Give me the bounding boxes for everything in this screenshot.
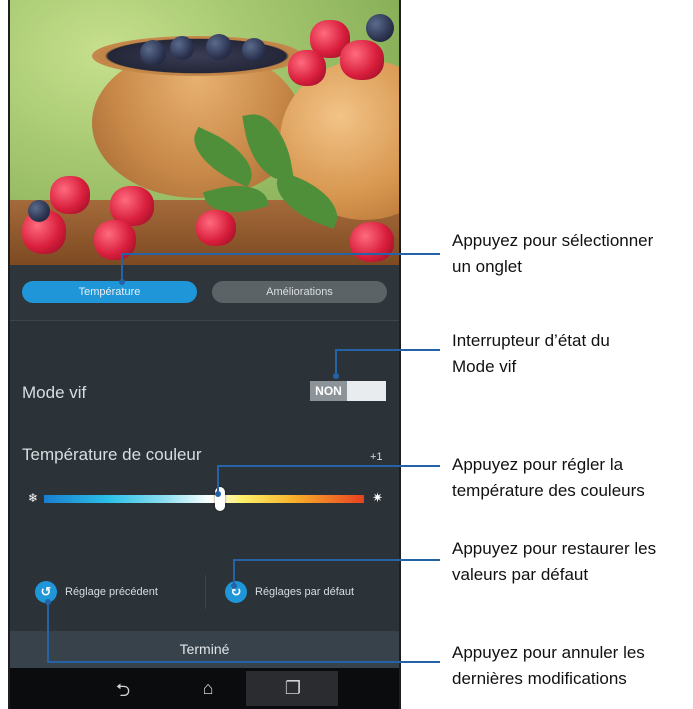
- photo-blueberry: [206, 34, 232, 60]
- recent-apps-icon[interactable]: ❐: [278, 678, 308, 699]
- mode-vif-toggle[interactable]: NON: [310, 381, 386, 401]
- callout-defaults-line2: valeurs par défaut: [452, 565, 589, 584]
- mode-vif-label: Mode vif: [22, 383, 87, 402]
- phone-frame: Température Améliorations Mode vif NON T…: [8, 0, 401, 709]
- photo-raspberry: [350, 222, 394, 262]
- callout-undo-line2: dernières modifications: [452, 669, 627, 688]
- photo-blueberry: [366, 14, 394, 42]
- photo-blueberry: [140, 40, 166, 66]
- default-settings-label: Réglages par défaut: [255, 586, 355, 598]
- callout-slider: Appuyez pour régler la température des c…: [452, 452, 645, 504]
- callout-toggle-line1: Interrupteur d’état du: [452, 331, 610, 350]
- toggle-state-label: NON: [310, 381, 347, 401]
- callout-toggle: Interrupteur d’état du Mode vif: [452, 328, 610, 380]
- previous-setting-label: Réglage précédent: [65, 586, 158, 598]
- restore-icon: ↻: [225, 581, 247, 604]
- photo-raspberry: [196, 210, 236, 246]
- navigation-bar: ⮌ ⌂ ❐: [10, 668, 399, 709]
- callout-defaults: Appuyez pour restaurer les valeurs par d…: [452, 536, 656, 588]
- undo-icon: ↺: [35, 581, 57, 604]
- photo-blueberry: [242, 38, 266, 62]
- tab-ameliorations[interactable]: Améliorations: [212, 281, 387, 303]
- slider-thumb[interactable]: [215, 487, 225, 511]
- display-settings-screen: Température Améliorations Mode vif NON T…: [10, 0, 399, 709]
- callout-undo: Appuyez pour annuler les dernières modif…: [452, 640, 645, 692]
- slider-track[interactable]: [44, 495, 364, 503]
- photo-raspberry: [50, 176, 90, 214]
- back-icon[interactable]: ⮌: [108, 678, 138, 708]
- callout-tab: Appuyez pour sélectionner un onglet: [452, 228, 653, 280]
- photo-blueberry: [28, 200, 50, 222]
- color-temperature-label: Température de couleur: [22, 445, 202, 464]
- preview-photo: [10, 0, 399, 265]
- color-temperature-value: +1: [370, 451, 383, 463]
- previous-setting-button[interactable]: ↺ Réglage précédent: [35, 580, 158, 604]
- settings-panel: Température Améliorations Mode vif NON T…: [10, 265, 399, 631]
- callout-slider-line2: température des couleurs: [452, 481, 645, 500]
- tab-strip: Température Améliorations: [10, 265, 399, 321]
- callout-tab-line1: Appuyez pour sélectionner: [452, 231, 654, 250]
- done-button[interactable]: Terminé: [10, 631, 399, 668]
- tab-temperature[interactable]: Température: [22, 281, 197, 303]
- home-icon[interactable]: ⌂: [193, 678, 223, 699]
- actions-divider: [205, 575, 206, 609]
- callout-undo-line1: Appuyez pour annuler les: [452, 643, 645, 662]
- photo-raspberry: [94, 220, 136, 260]
- default-settings-button[interactable]: ↻ Réglages par défaut: [225, 580, 354, 604]
- callout-slider-line1: Appuyez pour régler la: [452, 455, 624, 474]
- photo-raspberry: [288, 50, 326, 86]
- snowflake-icon: ❄: [28, 491, 39, 505]
- photo-blueberry: [170, 36, 194, 60]
- callout-tab-line2: un onglet: [452, 257, 522, 276]
- callout-defaults-line1: Appuyez pour restaurer les: [452, 539, 657, 558]
- page-indicator: [190, 254, 230, 257]
- callout-toggle-line2: Mode vif: [452, 357, 517, 376]
- photo-raspberry: [340, 40, 384, 80]
- color-temperature-slider[interactable]: ❄ ✷: [28, 487, 383, 511]
- sun-icon: ✷: [372, 490, 383, 505]
- photo-bowl-rim: [92, 36, 302, 76]
